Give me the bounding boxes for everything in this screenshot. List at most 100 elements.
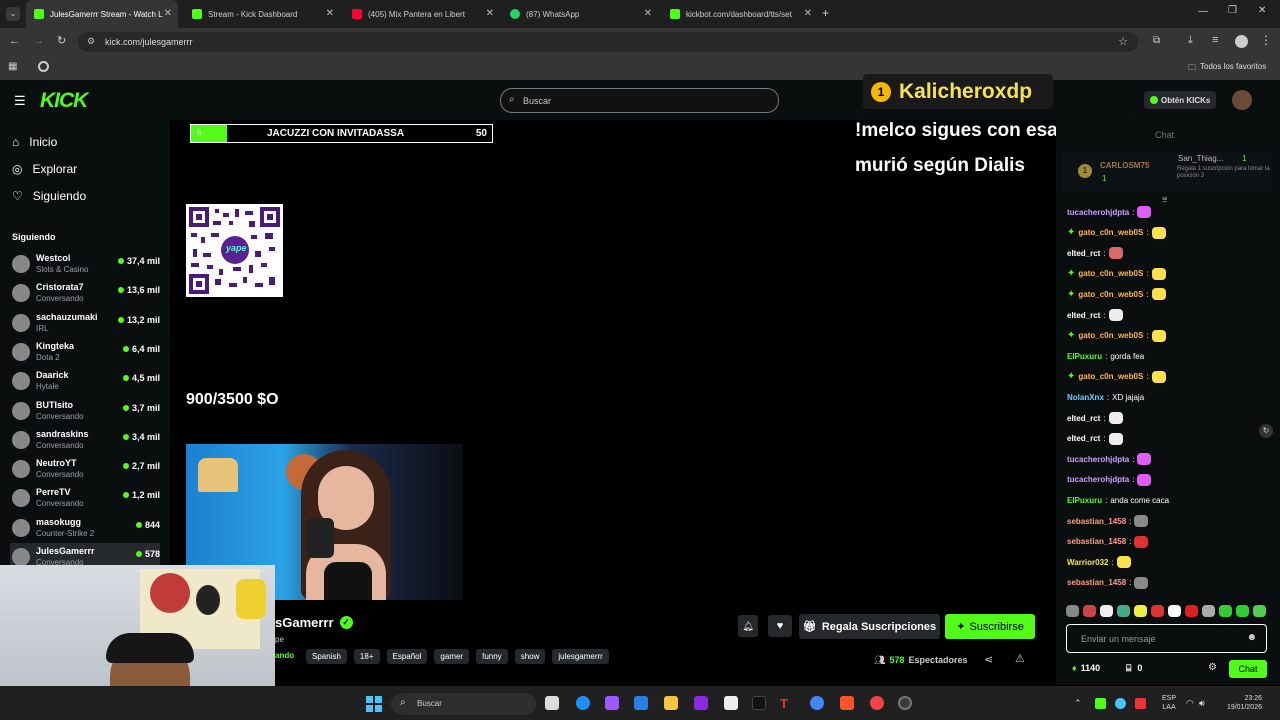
gift-subs-button[interactable]: 🎁︎ Regala Suscripciones [799, 614, 940, 639]
emote-icon[interactable] [1253, 605, 1266, 617]
nav-siguiendo[interactable]: ♡ Siguiendo [12, 189, 86, 203]
user-avatar[interactable] [1232, 90, 1252, 110]
tab-kickbot[interactable]: kickbot.com/dashboard/tts/set ✕ [662, 0, 818, 28]
close-tab-icon[interactable]: ✕ [644, 8, 652, 19]
download-icon[interactable]: ⤓ [1188, 34, 1193, 47]
stream-tag[interactable]: funny [476, 649, 508, 664]
apps-grid-icon[interactable]: ▦ [8, 61, 17, 72]
follow-heart-button[interactable]: ♥ [768, 615, 792, 637]
chrome-icon[interactable] [810, 696, 824, 710]
sidebar-channel-item[interactable]: Daarick Hytale 4,5 mil [10, 367, 160, 396]
chat-username[interactable]: sebastian_1458 [1067, 578, 1126, 587]
kick-search-input[interactable]: ⌕ Buscar [500, 88, 779, 113]
tab-search-icon[interactable]: ⌄ [6, 7, 20, 21]
emote-icon[interactable] [1066, 605, 1079, 617]
file-explorer-icon[interactable] [664, 696, 678, 710]
chat-username[interactable]: NolanXnx [1067, 393, 1104, 402]
clock[interactable]: 23:26 19/01/2026 [1222, 694, 1262, 712]
reload-icon[interactable]: ↻ [57, 34, 66, 47]
bookmark-star-icon[interactable]: ☆ [1118, 35, 1128, 48]
chat-username[interactable]: elted_rct [1067, 249, 1100, 258]
emote-icon[interactable] [1134, 605, 1147, 617]
volume-icon[interactable]: 🔊︎ [1199, 698, 1205, 709]
edge-icon[interactable] [576, 696, 590, 710]
outlook-icon[interactable] [634, 696, 648, 710]
nav-inicio[interactable]: ⌂ Inicio [12, 135, 57, 149]
subscribe-button[interactable]: ✦ Suscribirse [945, 614, 1035, 639]
close-tab-icon[interactable]: ✕ [486, 8, 494, 19]
chat-username[interactable]: tucacherohjdpta [1067, 455, 1129, 464]
chat-username[interactable]: sebastian_1458 [1067, 537, 1126, 546]
chat-username[interactable]: ElPuxuru [1067, 352, 1102, 361]
emote-icon[interactable] [1100, 605, 1113, 617]
sidebar-channel-item[interactable]: BUTIsito Conversando 3,7 mil [10, 397, 160, 426]
text-app-icon[interactable]: T [780, 696, 794, 711]
url-text[interactable]: kick.com/julesgamerrr [105, 37, 193, 47]
wifi-icon[interactable]: ◠ [1186, 698, 1194, 709]
profile-avatar[interactable] [1235, 35, 1248, 48]
music-app-icon[interactable] [724, 696, 738, 710]
emote-icon[interactable] [1083, 605, 1096, 617]
extensions-icon[interactable]: ⧉ [1153, 35, 1160, 46]
tab-julesgamerrr[interactable]: JulesGamerrr Stream - Watch L ✕ [26, 0, 178, 28]
sidebar-channel-item[interactable]: NeutroYT Conversando 2,7 mil [10, 455, 160, 484]
stream-tag[interactable]: show [514, 649, 546, 664]
minimize-icon[interactable]: — [1198, 6, 1208, 17]
chat-send-button[interactable]: Chat [1229, 660, 1267, 678]
chat-username[interactable]: sebastian_1458 [1067, 517, 1126, 526]
copilot-icon[interactable] [605, 696, 619, 710]
stream-tag[interactable]: Español [386, 649, 428, 664]
kick-logo[interactable]: KICK [40, 89, 88, 113]
nav-explorar[interactable]: ◎ Explorar [12, 162, 77, 176]
windows-start-icon[interactable] [366, 696, 382, 712]
stream-tag[interactable]: 18+ [353, 649, 380, 664]
emoji-picker-icon[interactable]: ☻ [1246, 632, 1257, 643]
stream-tag[interactable]: Spanish [306, 649, 347, 664]
chat-settings-icon[interactable]: ⚙ [1208, 662, 1217, 673]
sidebar-channel-item[interactable]: sandraskins Conversando 3,4 mil [10, 426, 160, 455]
sidebar-channel-item[interactable]: PerreTV Conversando 1,2 mil [10, 484, 160, 513]
chat-username[interactable]: Warrior032 [1067, 558, 1109, 567]
maximize-icon[interactable]: ❐ [1228, 5, 1237, 16]
chat-username[interactable]: gato_c0n_web0S [1078, 269, 1143, 278]
close-window-icon[interactable]: ✕ [1258, 5, 1266, 16]
report-icon[interactable]: ⚠ [1015, 652, 1025, 665]
hamburger-menu-icon[interactable]: ☰ [14, 93, 26, 109]
new-tab-icon[interactable]: + [822, 6, 829, 20]
tab-youtube-mix[interactable]: (405) Mix Pantera en Libert ✕ [344, 0, 500, 28]
tray-app-icon[interactable] [1135, 698, 1146, 709]
bookmark-site-icon[interactable] [38, 61, 49, 72]
site-info-icon[interactable]: ⚙ [87, 36, 95, 47]
chat-input[interactable]: Enviar un mensaje ☻ [1066, 624, 1267, 653]
chat-username[interactable]: tucacherohjdpta [1067, 208, 1129, 217]
sidebar-channel-item[interactable]: Kingteka Dota 2 6,4 mil [10, 338, 160, 367]
sidebar-channel-item[interactable]: Cristorata7 Conversando 13,6 mil [10, 279, 160, 308]
emote-icon[interactable] [1185, 605, 1198, 617]
stream-tag[interactable]: gamer [434, 649, 470, 664]
tray-app-icon[interactable] [1095, 698, 1106, 709]
back-icon[interactable]: ← [9, 35, 20, 47]
chat-username[interactable]: gato_c0n_web0S [1078, 331, 1143, 340]
chat-username[interactable]: elted_rct [1067, 414, 1100, 423]
chat-username[interactable]: elted_rct [1067, 434, 1100, 443]
store-app-icon[interactable] [694, 696, 708, 710]
chat-filter-icon[interactable]: ⩸ [1162, 194, 1167, 205]
tray-overflow-icon[interactable]: ⌃ [1074, 698, 1082, 709]
emote-icon[interactable] [1236, 605, 1249, 617]
scroll-to-bottom-icon[interactable]: ↻ [1259, 424, 1273, 438]
emote-icon[interactable] [1202, 605, 1215, 617]
emote-icon[interactable] [1168, 605, 1181, 617]
share-icon[interactable]: ⋖ [984, 653, 993, 666]
chat-username[interactable]: elted_rct [1067, 311, 1100, 320]
forward-icon[interactable]: → [33, 35, 44, 47]
brave-icon[interactable] [840, 696, 854, 710]
stream-tag[interactable]: julesgamerrr [552, 649, 609, 664]
url-bar[interactable]: ⚙ kick.com/julesgamerrr ☆ [78, 32, 1138, 52]
task-view-icon[interactable] [545, 696, 559, 710]
sidebar-channel-item[interactable]: sachauzumaki IRL 13,2 mil [10, 309, 160, 338]
app-icon[interactable] [870, 696, 884, 710]
close-tab-icon[interactable]: ✕ [804, 8, 812, 19]
sidebar-channel-item[interactable]: Westcol Slots & Casino 37,4 mil [10, 250, 160, 279]
emote-icon[interactable] [1151, 605, 1164, 617]
chat-username[interactable]: gato_c0n_web0S [1078, 290, 1143, 299]
